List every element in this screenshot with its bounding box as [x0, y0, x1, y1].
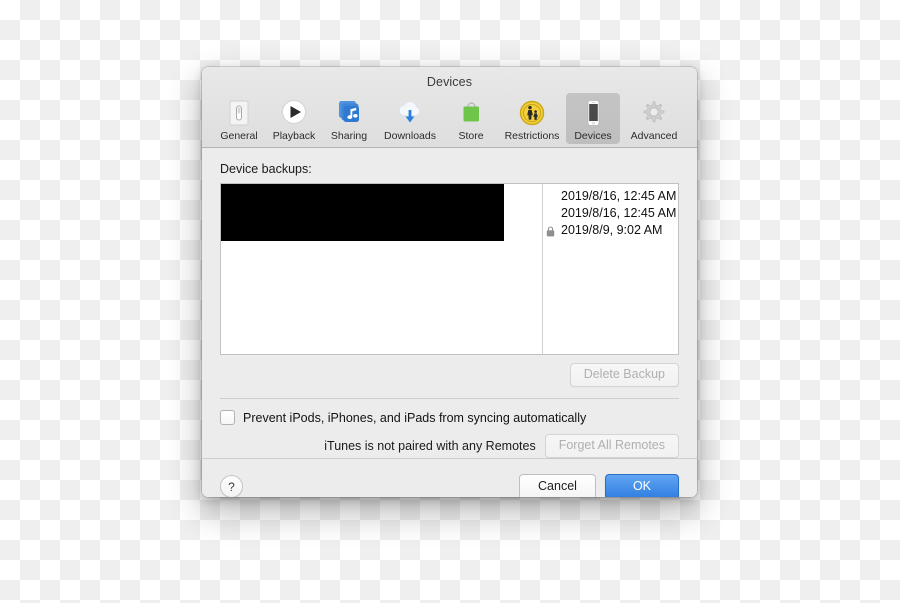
forget-all-remotes-button[interactable]: Forget All Remotes: [544, 434, 679, 458]
tab-general[interactable]: General: [212, 93, 266, 144]
itunes-preferences-window: Devices General Playback Sharing Downloa…: [202, 67, 697, 497]
section-divider: [220, 398, 679, 399]
devices-icon: [567, 97, 619, 129]
backups-name-column[interactable]: [221, 184, 543, 354]
cancel-button[interactable]: Cancel: [519, 473, 596, 497]
remotes-status-text: iTunes is not paired with any Remotes: [324, 439, 536, 453]
tab-downloads[interactable]: Downloads: [377, 93, 443, 144]
device-backups-list[interactable]: 2019/8/16, 12:45 AM 2019/8/16, 12:45 AM …: [220, 183, 679, 355]
tab-playback-label: Playback: [272, 130, 316, 142]
downloads-icon: [378, 97, 442, 129]
tab-advanced[interactable]: Advanced: [621, 93, 687, 144]
device-backups-label: Device backups:: [220, 162, 312, 176]
general-icon: [213, 97, 265, 129]
remotes-row: iTunes is not paired with any Remotes Fo…: [220, 434, 679, 458]
tab-playback[interactable]: Playback: [267, 93, 321, 144]
preferences-tab-bar: General Playback Sharing Downloads Store…: [202, 91, 697, 147]
tab-advanced-label: Advanced: [630, 130, 678, 142]
redacted-backup-names: [221, 184, 504, 241]
prevent-sync-row[interactable]: Prevent iPods, iPhones, and iPads from s…: [220, 410, 679, 425]
delete-backup-button[interactable]: Delete Backup: [569, 363, 679, 387]
tab-devices-label: Devices: [574, 130, 612, 142]
backup-row-date[interactable]: 2019/8/9, 9:02 AM: [543, 222, 678, 239]
tab-general-label: General: [220, 130, 258, 142]
tab-devices[interactable]: Devices: [566, 93, 620, 144]
devices-pane: Device backups: 2019/8/16, 12:45 AM 2019…: [202, 148, 697, 458]
window-title: Devices: [426, 75, 473, 89]
backups-date-column: 2019/8/16, 12:45 AM 2019/8/16, 12:45 AM …: [543, 184, 678, 354]
tab-downloads-label: Downloads: [384, 130, 436, 142]
preferences-toolbar: Devices General Playback Sharing Downloa…: [202, 67, 697, 148]
backup-row-date[interactable]: 2019/8/16, 12:45 AM: [543, 205, 678, 222]
prevent-sync-checkbox[interactable]: [220, 410, 235, 425]
tab-restrictions[interactable]: Restrictions: [499, 93, 565, 144]
prevent-sync-label: Prevent iPods, iPhones, and iPads from s…: [243, 410, 587, 425]
tab-store[interactable]: Store: [444, 93, 498, 144]
tab-store-label: Store: [458, 130, 484, 142]
tab-sharing[interactable]: Sharing: [322, 93, 376, 144]
playback-icon: [268, 97, 320, 129]
delete-backup-row: Delete Backup: [220, 363, 679, 387]
tab-sharing-label: Sharing: [330, 130, 368, 142]
backup-date-text: 2019/8/9, 9:02 AM: [561, 223, 663, 237]
advanced-icon: [622, 97, 686, 129]
restrictions-icon: [500, 97, 564, 129]
sharing-icon: [323, 97, 375, 129]
help-button[interactable]: ?: [220, 475, 243, 497]
backup-row-date[interactable]: 2019/8/16, 12:45 AM: [543, 188, 678, 205]
store-icon: [445, 97, 497, 129]
backup-date-text: 2019/8/16, 12:45 AM: [561, 189, 677, 203]
lock-icon: [546, 225, 555, 237]
ok-button[interactable]: OK: [604, 473, 679, 497]
backup-date-text: 2019/8/16, 12:45 AM: [561, 206, 677, 220]
dialog-footer: ? Cancel OK: [202, 458, 697, 497]
tab-restrictions-label: Restrictions: [504, 130, 560, 142]
